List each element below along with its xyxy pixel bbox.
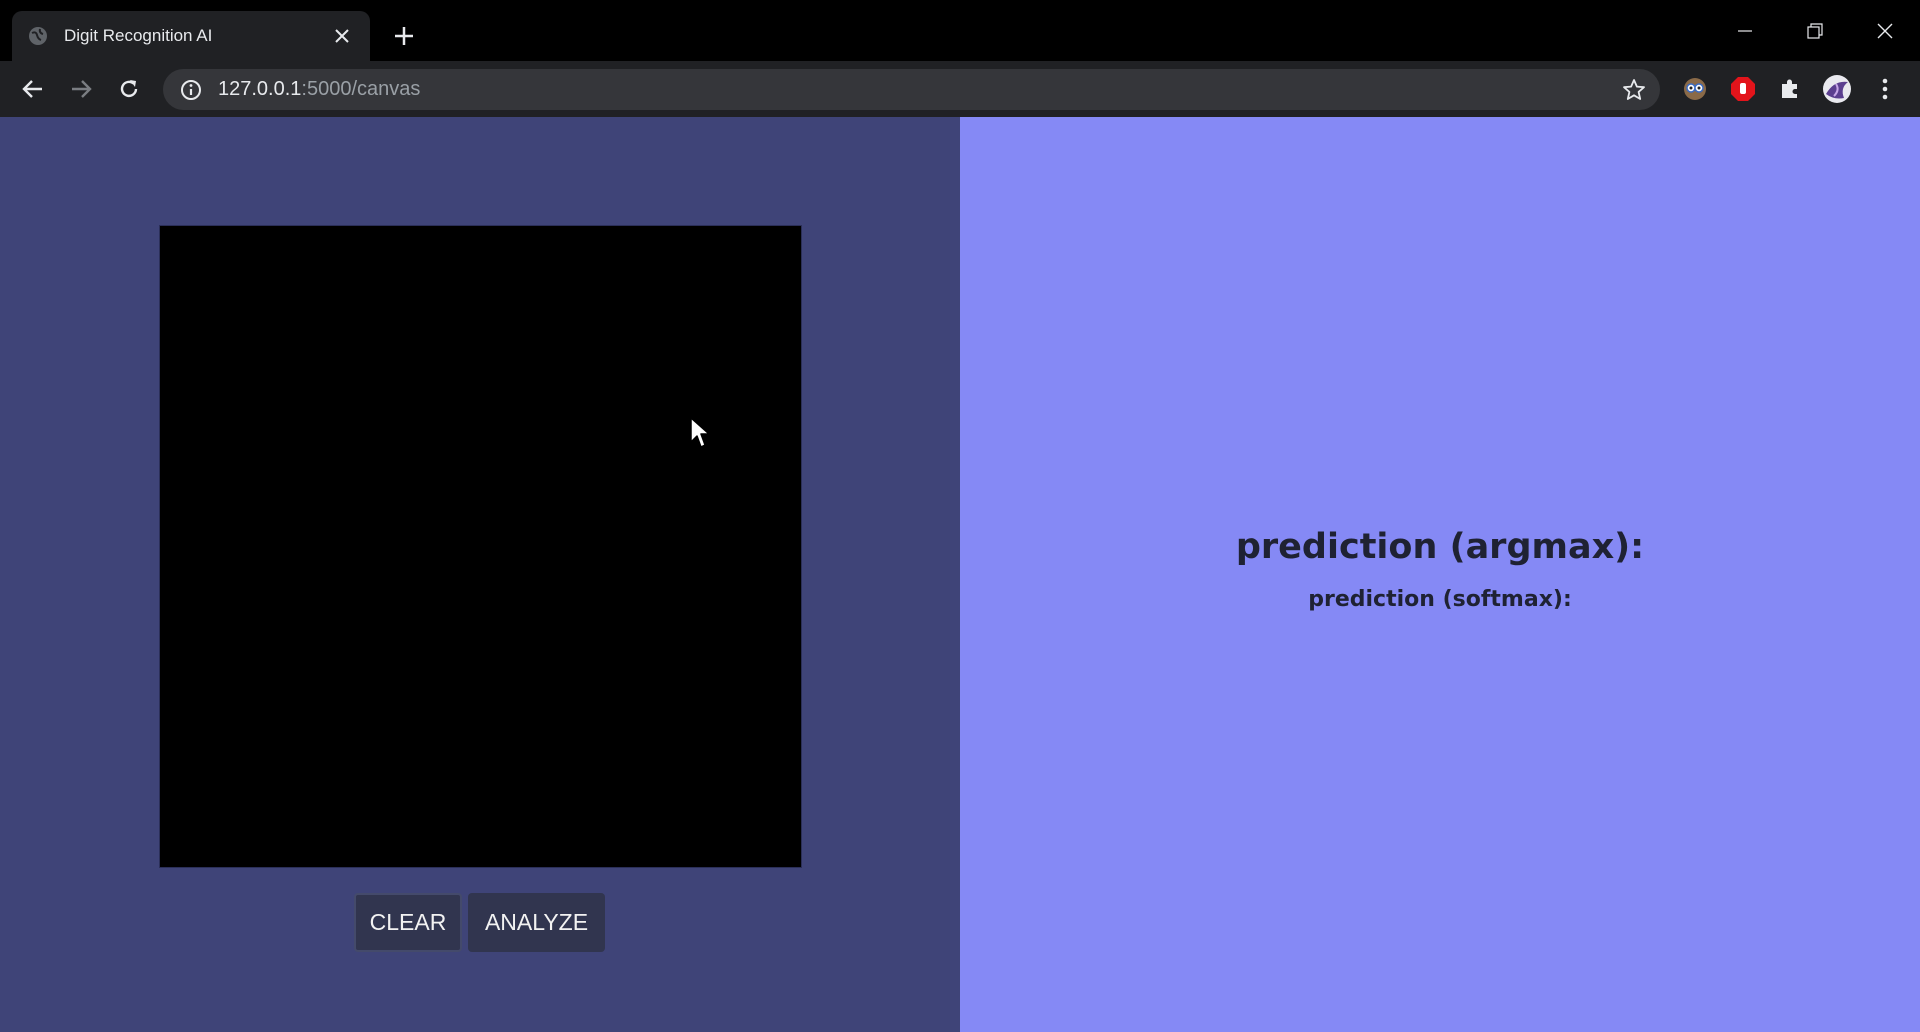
menu-dots-icon[interactable] xyxy=(1870,74,1900,104)
reload-icon[interactable] xyxy=(111,71,147,107)
browser-tab[interactable]: Digit Recognition AI xyxy=(12,11,370,61)
globe-icon xyxy=(28,26,48,46)
back-icon[interactable] xyxy=(15,71,51,107)
clear-button[interactable]: CLEAR xyxy=(354,893,462,952)
drawing-canvas[interactable] xyxy=(159,225,802,868)
window-controls xyxy=(1710,0,1920,61)
url-host: 127.0.0.1 xyxy=(218,78,302,100)
minimize-icon[interactable] xyxy=(1710,0,1780,61)
new-tab-icon[interactable] xyxy=(390,22,418,50)
tab-title: Digit Recognition AI xyxy=(64,26,213,45)
info-icon[interactable] xyxy=(180,79,202,101)
bookmark-star-icon[interactable] xyxy=(1622,78,1646,102)
tab-strip: Digit Recognition AI xyxy=(0,0,1920,61)
extensions-puzzle-icon[interactable] xyxy=(1775,74,1805,104)
drawing-panel: CLEAR ANALYZE xyxy=(0,117,960,1032)
restore-icon[interactable] xyxy=(1780,0,1850,61)
url-path: :5000/canvas xyxy=(301,78,421,100)
url-text: 127.0.0.1:5000/canvas xyxy=(218,78,420,101)
tab-close-icon[interactable] xyxy=(330,24,354,48)
adblock-hand-icon[interactable] xyxy=(1728,74,1758,104)
address-bar[interactable]: 127.0.0.1:5000/canvas xyxy=(163,69,1660,110)
browser-toolbar: 127.0.0.1:5000/canvas xyxy=(0,61,1920,117)
mouse-cursor-icon xyxy=(690,417,710,448)
prediction-softmax-label: prediction (softmax): xyxy=(1308,587,1572,612)
analyze-button[interactable]: ANALYZE xyxy=(468,893,605,952)
forward-icon[interactable] xyxy=(63,71,99,107)
results-panel: prediction (argmax): prediction (softmax… xyxy=(960,117,1920,1032)
window-close-icon[interactable] xyxy=(1850,0,1920,61)
browser-chrome: Digit Recognition AI 127.0.0.1:5000/canv… xyxy=(0,0,1920,117)
profile-avatar[interactable] xyxy=(1822,74,1852,104)
page-content: CLEAR ANALYZE prediction (argmax): predi… xyxy=(0,117,1920,1032)
prediction-argmax-label: prediction (argmax): xyxy=(1235,527,1645,567)
extension-owl-icon[interactable] xyxy=(1680,74,1710,104)
